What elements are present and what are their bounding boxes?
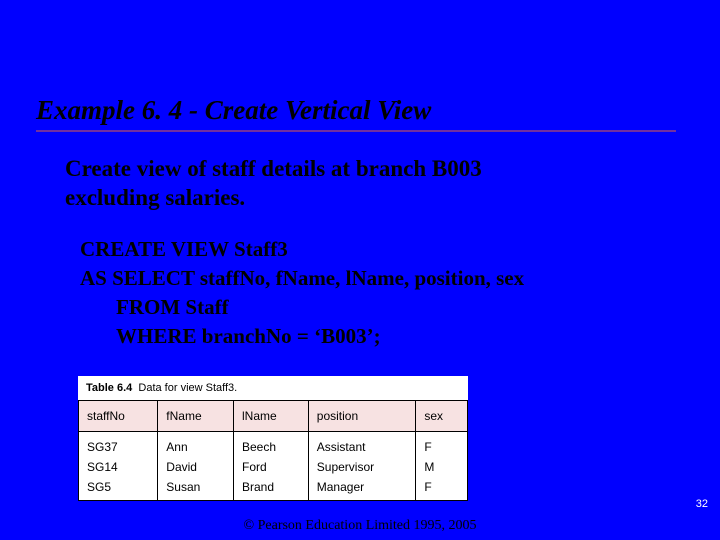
- table-cell: F: [416, 432, 468, 458]
- table-cell: Supervisor: [308, 457, 416, 477]
- table-cell: M: [416, 457, 468, 477]
- table-header: sex: [416, 401, 468, 432]
- table-caption-label: Table 6.4: [86, 382, 132, 394]
- sql-line-3: FROM Staff: [80, 293, 720, 322]
- title-area: Example 6. 4 - Create Vertical View: [0, 0, 720, 132]
- subtitle-line2: excluding salaries.: [65, 185, 245, 210]
- sql-code-block: CREATE VIEW Staff3 AS SELECT staffNo, fN…: [0, 213, 720, 351]
- table-caption: Table 6.4 Data for view Staff3.: [78, 376, 468, 400]
- table-cell: Assistant: [308, 432, 416, 458]
- slide-title: Example 6. 4 - Create Vertical View: [36, 95, 720, 126]
- subtitle-line1: Create view of staff details at branch B…: [65, 156, 482, 181]
- table-row: SG14 David Ford Supervisor M: [79, 457, 468, 477]
- table-cell: SG5: [79, 477, 158, 501]
- sql-line-1: CREATE VIEW Staff3: [80, 235, 720, 264]
- table-header: fName: [158, 401, 234, 432]
- subtitle: Create view of staff details at branch B…: [0, 132, 560, 213]
- table-cell: F: [416, 477, 468, 501]
- table-cell: SG14: [79, 457, 158, 477]
- table-row: SG37 Ann Beech Assistant F: [79, 432, 468, 458]
- table-header: position: [308, 401, 416, 432]
- table-caption-text: Data for view Staff3.: [138, 382, 237, 394]
- table-cell: Beech: [234, 432, 309, 458]
- table-cell: Ann: [158, 432, 234, 458]
- table-header: lName: [234, 401, 309, 432]
- table-header-row: staffNo fName lName position sex: [79, 401, 468, 432]
- table-header: staffNo: [79, 401, 158, 432]
- table-cell: Brand: [234, 477, 309, 501]
- sql-line-2: AS SELECT staffNo, fName, lName, positio…: [80, 264, 720, 293]
- table-cell: Susan: [158, 477, 234, 501]
- table-cell: SG37: [79, 432, 158, 458]
- data-table-container: Table 6.4 Data for view Staff3. staffNo …: [78, 376, 468, 501]
- table-row: SG5 Susan Brand Manager F: [79, 477, 468, 501]
- table-cell: Ford: [234, 457, 309, 477]
- table-cell: Manager: [308, 477, 416, 501]
- page-number: 32: [696, 498, 708, 510]
- table-cell: David: [158, 457, 234, 477]
- copyright-text: © Pearson Education Limited 1995, 2005: [0, 518, 720, 534]
- sql-line-4: WHERE branchNo = ‘B003’;: [80, 322, 720, 351]
- data-table: staffNo fName lName position sex SG37 An…: [78, 400, 468, 501]
